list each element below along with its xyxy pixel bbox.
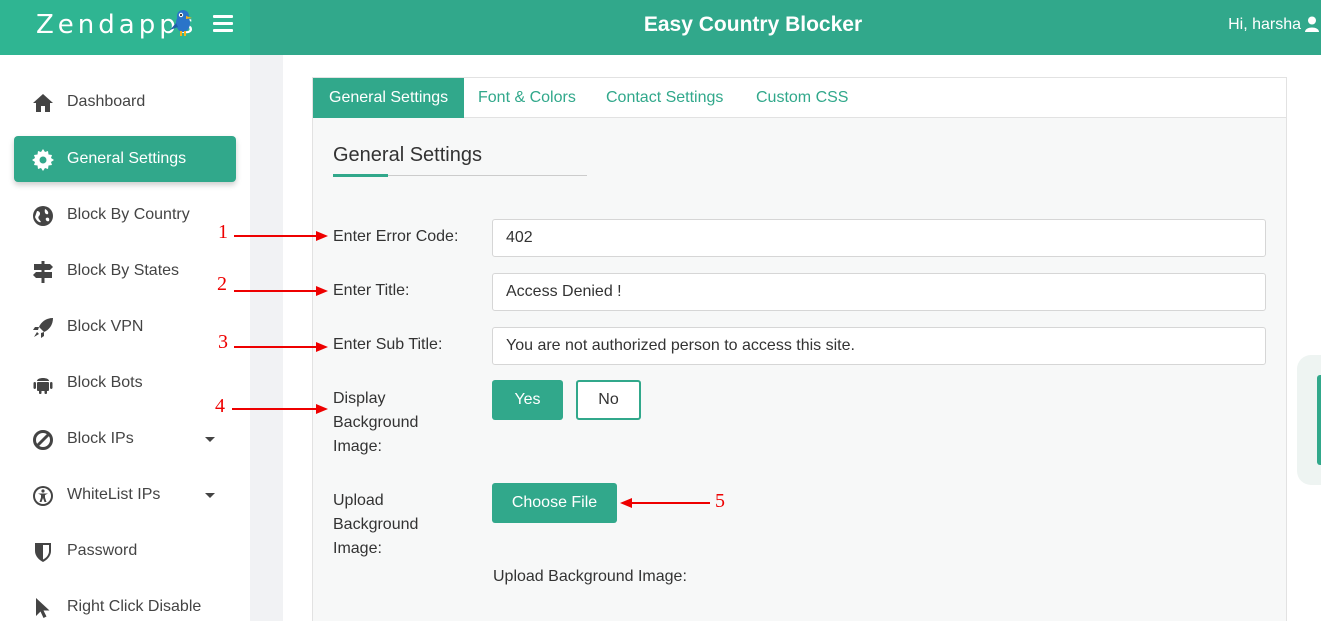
rocket-icon	[33, 318, 53, 338]
sidebar-item-label: WhiteList IPs	[67, 486, 161, 503]
tab-contact-settings[interactable]: Contact Settings	[590, 78, 739, 118]
sidebar-item-block-ips[interactable]: Block IPs	[14, 416, 236, 462]
settings-panel: General Settings Font & Colors Contact S…	[312, 77, 1287, 621]
sidebar-item-label: Password	[67, 542, 138, 559]
ban-icon	[33, 430, 53, 450]
display-bg-no-button[interactable]: No	[576, 380, 641, 420]
display-bg-label-line: Background	[333, 414, 419, 431]
annotation-arrow	[234, 231, 328, 241]
sidebar-item-block-by-states[interactable]: Block By States	[14, 248, 236, 294]
annotation-number: 1	[218, 221, 228, 243]
upload-bg-label-line: Upload	[333, 492, 384, 509]
upload-bg-caption: Upload Background Image:	[493, 568, 687, 585]
display-bg-label: Display Background Image:	[333, 387, 418, 459]
app-title: Easy Country Blocker	[643, 13, 863, 36]
annotation-number: 2	[217, 273, 227, 295]
annotation-arrow	[620, 498, 710, 508]
choose-file-button[interactable]: Choose File	[492, 483, 617, 523]
sidebar-item-block-by-country[interactable]: Block By Country	[14, 192, 236, 238]
top-bar: Zendapps Easy Country Blocker Hi, harsha	[0, 0, 1321, 55]
sub-title-input[interactable]	[492, 327, 1266, 365]
sidebar: Dashboard General Settings Block By Coun…	[0, 55, 250, 621]
sidebar-item-block-bots[interactable]: Block Bots	[14, 360, 236, 406]
chevron-down-icon	[205, 437, 215, 442]
side-widget-accent	[1317, 375, 1321, 465]
sidebar-item-password[interactable]: Password	[14, 528, 236, 574]
annotation-arrow	[232, 404, 328, 414]
error-code-label: Enter Error Code:	[333, 228, 459, 245]
tab-custom-css[interactable]: Custom CSS	[740, 78, 864, 118]
user-icon[interactable]	[1305, 16, 1319, 32]
title-label: Enter Title:	[333, 282, 410, 299]
section-title: General Settings	[333, 144, 482, 166]
sub-title-label: Enter Sub Title:	[333, 336, 443, 353]
upload-bg-label: Upload Background Image:	[333, 489, 418, 561]
display-bg-label-line: Image:	[333, 438, 382, 455]
globe-icon	[33, 206, 53, 226]
error-code-input[interactable]	[492, 219, 1266, 257]
sidebar-item-label: Block VPN	[67, 318, 144, 335]
annotation-number: 5	[715, 490, 725, 512]
display-bg-label-line: Display	[333, 390, 386, 407]
sidebar-item-general-settings[interactable]: General Settings	[14, 136, 236, 182]
annotation-arrow	[234, 286, 328, 296]
annotation-number: 4	[215, 395, 225, 417]
cursor-icon	[36, 598, 50, 618]
signpost-icon	[33, 261, 53, 283]
sidebar-item-block-vpn[interactable]: Block VPN	[14, 304, 236, 350]
user-greeting[interactable]: Hi, harsha	[1228, 16, 1301, 34]
accessibility-icon	[33, 486, 53, 506]
sidebar-item-label: General Settings	[67, 150, 187, 167]
title-input[interactable]	[492, 273, 1266, 311]
sidebar-item-label: Dashboard	[67, 93, 146, 110]
android-icon	[33, 378, 53, 394]
content-gutter	[250, 55, 283, 621]
display-bg-yes-button[interactable]: Yes	[492, 380, 563, 420]
tab-bar: General Settings Font & Colors Contact S…	[313, 78, 1286, 118]
sidebar-item-label: Block Bots	[67, 374, 143, 391]
upload-bg-label-line: Background	[333, 516, 419, 533]
shield-icon	[35, 543, 51, 562]
title-accent-bar	[333, 174, 388, 177]
gear-icon	[32, 149, 54, 171]
sidebar-item-label: Right Click Disable	[67, 598, 202, 615]
upload-bg-label-line: Image:	[333, 540, 382, 557]
tab-font-colors[interactable]: Font & Colors	[462, 78, 592, 118]
sidebar-item-dashboard[interactable]: Dashboard	[14, 79, 236, 125]
sidebar-item-label: Block IPs	[67, 430, 134, 447]
sidebar-item-label: Block By States	[67, 262, 180, 279]
sidebar-item-whitelist-ips[interactable]: WhiteList IPs	[14, 472, 236, 518]
tab-general-settings[interactable]: General Settings	[313, 78, 465, 118]
sidebar-item-label: Block By Country	[67, 206, 190, 223]
chevron-down-icon	[205, 493, 215, 498]
annotation-arrow	[234, 342, 328, 352]
sidebar-item-right-click-disable[interactable]: Right Click Disable	[14, 584, 236, 621]
annotation-number: 3	[218, 331, 228, 353]
home-icon	[33, 94, 53, 112]
